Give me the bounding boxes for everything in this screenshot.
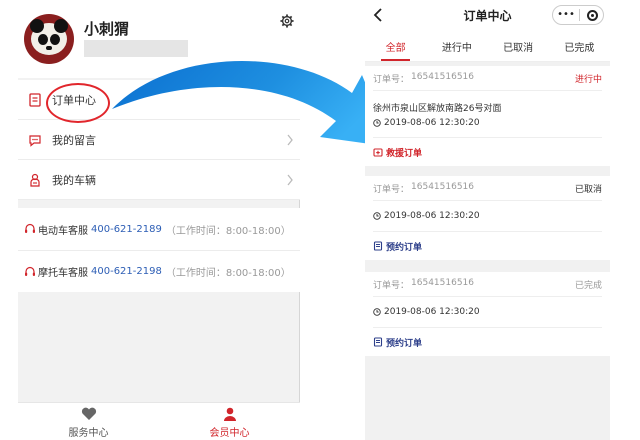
- menu-item-label: 我的留言: [52, 133, 96, 147]
- avatar[interactable]: [24, 14, 74, 64]
- order-number-label: 订单号：: [373, 281, 410, 291]
- order-action-label: 预约订单: [386, 242, 423, 253]
- order-tabs: 全部 进行中 已取消 已完成: [365, 30, 610, 62]
- order-action-label: 预约订单: [386, 338, 423, 349]
- heart-icon: [81, 407, 96, 420]
- clock-icon: [373, 212, 381, 220]
- order-status: 已完成: [574, 281, 602, 291]
- tab-completed[interactable]: 已完成: [549, 30, 610, 61]
- service-hours: （工作时间：8:00-18:00）: [165, 225, 291, 237]
- appointment-icon: [373, 337, 383, 347]
- bottom-tab-bar: 服务中心 会员中心: [18, 402, 300, 440]
- tab-cancelled[interactable]: 已取消: [488, 30, 549, 61]
- order-card[interactable]: 订单号： 16541516516 已取消 2019-08-06 12:30:20…: [365, 176, 610, 260]
- gear-icon[interactable]: [280, 14, 294, 28]
- headset-icon: [25, 223, 35, 233]
- order-status: 进行中: [574, 75, 602, 85]
- clock-icon: [373, 308, 381, 316]
- order-card[interactable]: 订单号： 16541516516 进行中 徐州市泉山区解放南路26号对面 201…: [365, 66, 610, 166]
- chat-bubble-icon: [29, 134, 41, 147]
- order-status: 已取消: [574, 185, 602, 195]
- tab-label: 会员中心: [209, 428, 250, 439]
- order-number: 16541516516: [411, 72, 475, 82]
- order-number: 16541516516: [411, 278, 475, 288]
- clock-icon: [373, 119, 381, 127]
- rescue-order-link[interactable]: 救援订单: [365, 138, 610, 166]
- close-target-icon[interactable]: [587, 9, 598, 21]
- service-name: 电动车客服: [38, 225, 88, 237]
- user-icon: [223, 407, 236, 421]
- order-center-screen: 订单中心 ••• 全部 进行中 已取消 已完成 订单号： 16541516516…: [365, 0, 610, 440]
- tab-label: 服务中心: [68, 428, 109, 439]
- tab-member-center[interactable]: 会员中心: [159, 403, 300, 440]
- user-name: 小刺猬: [84, 20, 130, 38]
- appointment-order-link[interactable]: 预约订单: [365, 328, 610, 356]
- appointment-order-link[interactable]: 预约订单: [365, 232, 610, 260]
- service-phone-link[interactable]: 400-621-2189: [91, 224, 162, 235]
- tab-service-center[interactable]: 服务中心: [18, 403, 159, 440]
- service-phone-link[interactable]: 400-621-2198: [91, 266, 162, 277]
- order-number: 16541516516: [411, 182, 475, 192]
- more-menu-button[interactable]: •••: [553, 6, 579, 24]
- order-address: 徐州市泉山区解放南路26号对面: [373, 104, 502, 114]
- service-ebike[interactable]: 电动车客服 400-621-2189 （工作时间：8:00-18:00）: [18, 208, 300, 250]
- order-time: 2019-08-06 12:30:20: [384, 211, 480, 221]
- service-motorcycle[interactable]: 摩托车客服 400-621-2198 （工作时间：8:00-18:00）: [18, 250, 300, 292]
- order-time: 2019-08-06 12:30:20: [384, 118, 480, 128]
- nav-header: 订单中心 •••: [365, 0, 610, 30]
- service-name: 摩托车客服: [38, 268, 88, 279]
- order-number-label: 订单号：: [373, 75, 410, 85]
- rescue-icon: [373, 148, 383, 157]
- tab-all[interactable]: 全部: [365, 30, 426, 61]
- tab-in-progress[interactable]: 进行中: [426, 30, 487, 61]
- order-action-label: 救援订单: [386, 148, 423, 159]
- headset-icon: [25, 266, 35, 276]
- vehicle-icon: [30, 173, 40, 187]
- order-number-label: 订单号：: [373, 185, 410, 195]
- appointment-icon: [373, 241, 383, 251]
- order-card[interactable]: 订单号： 16541516516 已完成 2019-08-06 12:30:20…: [365, 272, 610, 356]
- menu-item-label: 我的车辆: [52, 173, 96, 187]
- mini-program-capsule: •••: [552, 5, 604, 25]
- document-icon: [29, 92, 41, 107]
- service-hours: （工作时间：8:00-18:00）: [165, 268, 291, 279]
- order-time: 2019-08-06 12:30:20: [384, 307, 480, 317]
